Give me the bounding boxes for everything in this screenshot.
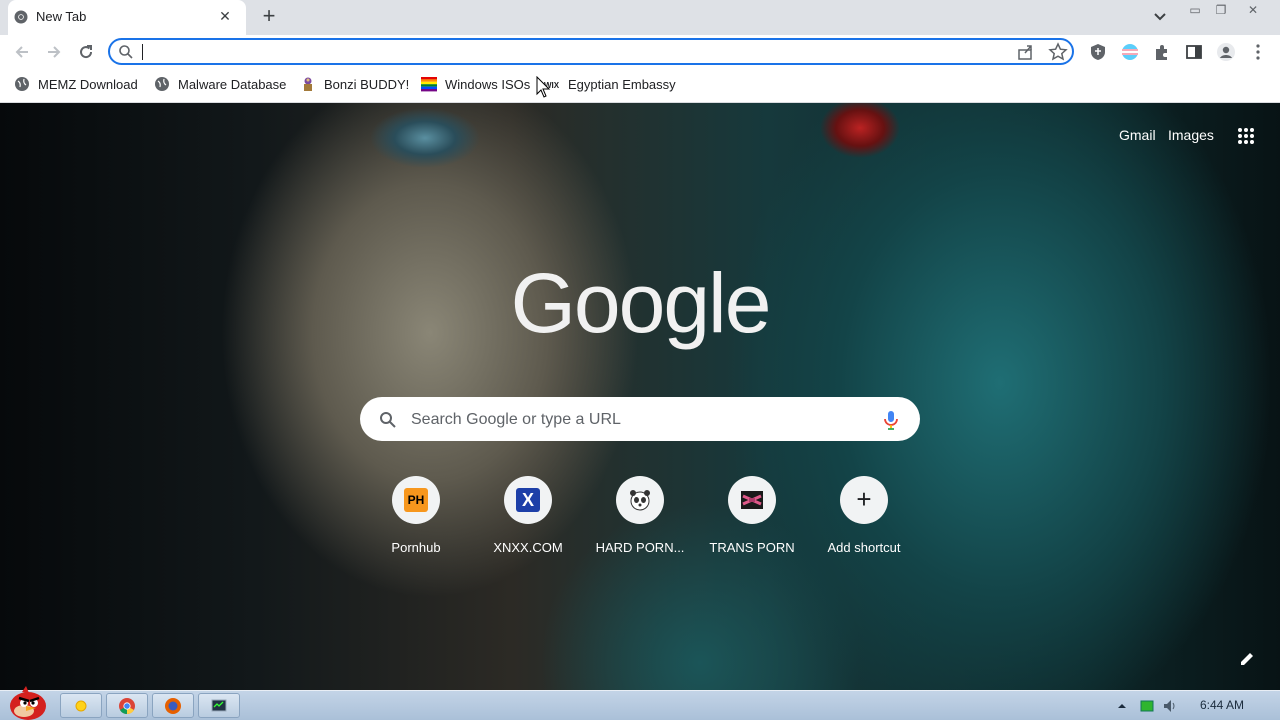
tab-search-button[interactable] bbox=[1150, 6, 1170, 26]
shortcut-label: Add shortcut bbox=[827, 540, 901, 555]
gmail-link[interactable]: Gmail bbox=[1119, 127, 1156, 143]
bookmark-memz-download[interactable]: MEMZ Download bbox=[14, 76, 138, 94]
bookmark-egyptian-embassy[interactable]: WIX Egyptian Embassy bbox=[544, 76, 676, 94]
ph-logo-icon: PH bbox=[404, 488, 428, 512]
shortcut-label: Pornhub bbox=[391, 540, 441, 555]
profile-avatar-icon[interactable] bbox=[1216, 42, 1236, 62]
sun-icon bbox=[75, 700, 87, 712]
share-icon[interactable] bbox=[1016, 42, 1036, 62]
forward-arrow-icon[interactable] bbox=[44, 42, 64, 62]
images-link[interactable]: Images bbox=[1168, 127, 1214, 143]
menu-kebab-icon[interactable] bbox=[1248, 42, 1268, 62]
chrome-tab-icon bbox=[14, 10, 28, 24]
search-icon bbox=[380, 412, 396, 428]
xnxx-logo-icon: X bbox=[516, 488, 540, 512]
back-arrow-icon[interactable] bbox=[12, 42, 32, 62]
tray-chevron-up-icon[interactable] bbox=[1116, 700, 1128, 712]
add-shortcut-button[interactable]: + bbox=[840, 476, 888, 524]
shortcut-label: TRANS PORN bbox=[709, 540, 795, 555]
restore-button[interactable]: ❐ bbox=[1208, 0, 1234, 22]
microphone-icon[interactable] bbox=[882, 409, 900, 431]
panda-logo-icon bbox=[630, 490, 650, 511]
bookmark-malware-database[interactable]: Malware Database bbox=[154, 76, 286, 94]
tab-title: New Tab bbox=[36, 9, 87, 24]
globe-icon bbox=[15, 77, 29, 91]
close-window-button[interactable]: ✕ bbox=[1240, 0, 1266, 22]
bookmark-windows-isos[interactable]: Windows ISOs bbox=[421, 76, 530, 94]
apps-grid-icon[interactable] bbox=[1236, 126, 1256, 146]
bookmark-label: Bonzi BUDDY! bbox=[324, 77, 410, 92]
task-manager-icon bbox=[211, 699, 227, 712]
volume-icon[interactable] bbox=[1162, 698, 1178, 714]
trans-flag-extension-icon[interactable] bbox=[1120, 42, 1140, 62]
taskbar-clock[interactable]: 6:44 AM bbox=[1200, 698, 1244, 712]
reload-icon[interactable] bbox=[76, 42, 96, 62]
firefox-icon bbox=[165, 698, 181, 714]
search-icon bbox=[119, 45, 133, 59]
google-logo: Google bbox=[510, 256, 772, 350]
side-panel-icon[interactable] bbox=[1184, 42, 1204, 62]
battery-icon[interactable] bbox=[1140, 699, 1154, 713]
new-tab-button[interactable]: + bbox=[258, 5, 280, 28]
bookmark-label: Egyptian Embassy bbox=[568, 77, 676, 92]
chrome-icon bbox=[119, 698, 135, 715]
search-placeholder: Search Google or type a URL bbox=[411, 411, 621, 428]
bookmark-label: Windows ISOs bbox=[445, 77, 531, 92]
text-caret bbox=[142, 44, 143, 60]
trans-porn-logo-icon bbox=[741, 491, 763, 509]
angry-bird-start-icon[interactable] bbox=[4, 686, 50, 720]
taskbar-chrome[interactable] bbox=[106, 693, 148, 718]
globe-icon bbox=[155, 77, 169, 91]
mouse-cursor-icon bbox=[536, 76, 551, 98]
bookmark-star-icon[interactable] bbox=[1048, 42, 1068, 62]
bookmark-bonzi-buddy[interactable]: Bonzi BUDDY! bbox=[300, 76, 409, 94]
shortcut-label: HARD PORN... bbox=[595, 540, 685, 555]
rainbow-flag-icon bbox=[421, 77, 437, 92]
bonzi-icon bbox=[304, 77, 312, 91]
bookmark-label: MEMZ Download bbox=[38, 77, 138, 92]
shield-extension-icon[interactable] bbox=[1088, 42, 1108, 62]
minimize-button[interactable]: ▭ bbox=[1182, 0, 1208, 22]
customize-pencil-icon[interactable] bbox=[1238, 650, 1256, 668]
shortcut-label: XNXX.COM bbox=[493, 540, 563, 555]
bookmark-label: Malware Database bbox=[178, 77, 287, 92]
extensions-puzzle-icon[interactable] bbox=[1152, 42, 1172, 62]
tab-close-button[interactable]: ✕ bbox=[216, 7, 234, 25]
taskbar-firefox[interactable] bbox=[152, 693, 194, 718]
taskbar-task-manager[interactable] bbox=[198, 693, 240, 718]
address-bar[interactable] bbox=[108, 38, 1074, 65]
taskbar-sun-app[interactable] bbox=[60, 693, 102, 718]
